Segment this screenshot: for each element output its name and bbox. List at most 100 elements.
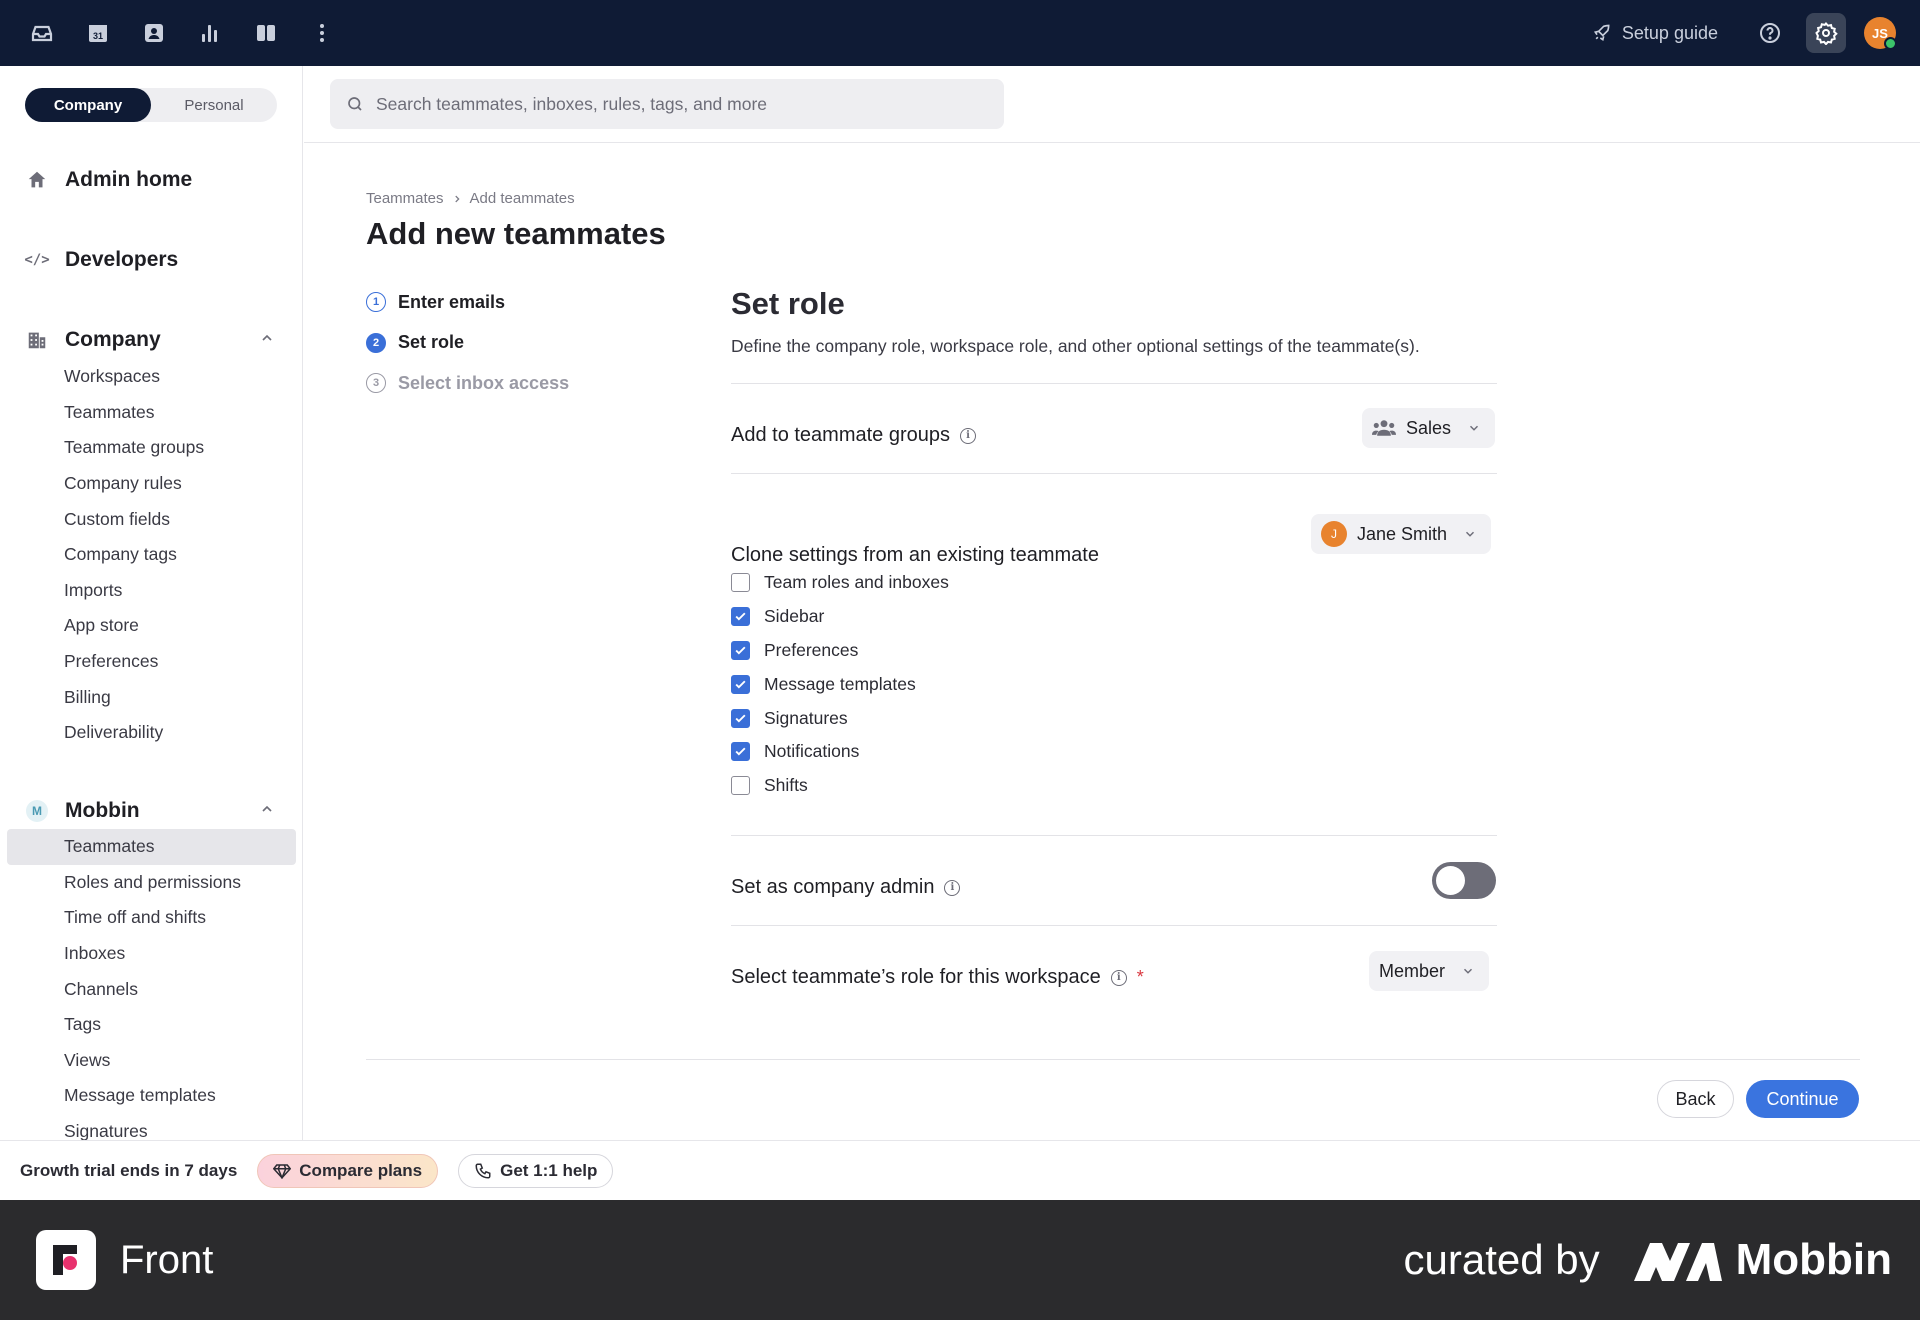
sidebar-developers[interactable]: </> Developers bbox=[24, 248, 277, 272]
sidebar-item-custom-fields[interactable]: Custom fields bbox=[0, 501, 302, 537]
contacts-icon[interactable] bbox=[136, 15, 172, 51]
sidebar-item-roles-permissions[interactable]: Roles and permissions bbox=[0, 865, 302, 901]
clone-option-shifts[interactable]: Shifts bbox=[731, 769, 949, 803]
sidebar-item-deliverability[interactable]: Deliverability bbox=[0, 715, 302, 751]
more-icon[interactable] bbox=[304, 15, 340, 51]
step-enter-emails[interactable]: 1 Enter emails bbox=[366, 282, 569, 323]
search-input[interactable]: Search teammates, inboxes, rules, tags, … bbox=[330, 79, 1004, 129]
split-view-icon[interactable] bbox=[248, 15, 284, 51]
clone-option-message-templates[interactable]: Message templates bbox=[731, 667, 949, 701]
checkbox[interactable] bbox=[731, 708, 750, 728]
checkbox[interactable] bbox=[731, 573, 750, 593]
calendar-icon[interactable]: 31 bbox=[80, 15, 116, 51]
checkbox[interactable] bbox=[731, 742, 750, 762]
clone-teammate-value: Jane Smith bbox=[1357, 523, 1448, 544]
toggle-company[interactable]: Company bbox=[25, 88, 151, 122]
curator-name: Mobbin bbox=[1735, 1235, 1892, 1284]
chevron-right-icon bbox=[454, 195, 460, 202]
settings-button[interactable] bbox=[1806, 13, 1846, 53]
clone-option-team-roles[interactable]: Team roles and inboxes bbox=[731, 566, 949, 600]
info-icon[interactable]: i bbox=[1110, 969, 1127, 986]
chevron-up-icon[interactable] bbox=[259, 328, 275, 352]
teammate-groups-label: Add to teammate groups i bbox=[731, 424, 977, 447]
workspace-role-label: Select teammate’s role for this workspac… bbox=[731, 966, 1144, 989]
clone-teammate-select[interactable]: J Jane Smith bbox=[1311, 514, 1492, 554]
breadcrumb-parent[interactable]: Teammates bbox=[366, 190, 444, 207]
checkbox[interactable] bbox=[731, 776, 750, 796]
sidebar-item-signatures[interactable]: Signatures bbox=[0, 1114, 302, 1140]
sidebar-company-section[interactable]: Company bbox=[25, 328, 277, 352]
company-admin-toggle[interactable] bbox=[1432, 862, 1496, 899]
toggle-knob bbox=[1436, 866, 1465, 895]
checkbox-label: Shifts bbox=[764, 775, 808, 796]
sidebar-item-tags[interactable]: Tags bbox=[0, 1007, 302, 1043]
step-label: Set role bbox=[398, 332, 465, 353]
checkmark-icon bbox=[735, 680, 746, 689]
workspace-role-select[interactable]: Member bbox=[1369, 951, 1490, 991]
step-set-role[interactable]: 2 Set role bbox=[366, 323, 569, 364]
sidebar-item-workspaces[interactable]: Workspaces bbox=[0, 359, 302, 395]
back-button[interactable]: Back bbox=[1657, 1080, 1734, 1118]
chevron-up-icon[interactable] bbox=[259, 799, 275, 823]
phone-icon bbox=[475, 1163, 491, 1179]
company-section-label: Company bbox=[65, 328, 161, 351]
toggle-personal[interactable]: Personal bbox=[151, 88, 277, 122]
step-label: Enter emails bbox=[398, 291, 506, 312]
divider bbox=[731, 925, 1497, 926]
trial-banner: Growth trial ends in 7 days Compare plan… bbox=[0, 1140, 1920, 1200]
search-header: Search teammates, inboxes, rules, tags, … bbox=[304, 66, 1920, 143]
sidebar-item-app-store[interactable]: App store bbox=[0, 608, 302, 644]
sidebar-item-message-templates[interactable]: Message templates bbox=[0, 1078, 302, 1114]
info-icon[interactable]: i bbox=[960, 427, 977, 444]
search-placeholder: Search teammates, inboxes, rules, tags, … bbox=[376, 93, 768, 114]
set-role-panel: Set role Define the company role, worksp… bbox=[731, 286, 1497, 357]
checkbox-label: Signatures bbox=[764, 707, 848, 728]
panel-title: Set role bbox=[731, 286, 845, 321]
inbox-icon[interactable] bbox=[24, 15, 60, 51]
divider bbox=[731, 383, 1497, 384]
checkbox[interactable] bbox=[731, 607, 750, 627]
clone-option-signatures[interactable]: Signatures bbox=[731, 701, 949, 735]
company-nav-list: Workspaces Teammates Teammate groups Com… bbox=[0, 359, 302, 751]
sidebar-item-imports[interactable]: Imports bbox=[0, 573, 302, 609]
step-number: 3 bbox=[366, 373, 386, 394]
sidebar-admin-home[interactable]: Admin home bbox=[25, 168, 277, 192]
sidebar-item-preferences[interactable]: Preferences bbox=[0, 644, 302, 680]
setup-guide-label: Setup guide bbox=[1621, 22, 1718, 43]
sidebar-workspace-section[interactable]: M Mobbin bbox=[25, 799, 277, 823]
teammate-groups-select[interactable]: Sales bbox=[1362, 408, 1496, 448]
divider bbox=[731, 835, 1497, 836]
search-icon bbox=[348, 97, 362, 111]
sidebar-item-company-tags[interactable]: Company tags bbox=[0, 537, 302, 573]
sidebar-item-teammates[interactable]: Teammates bbox=[0, 395, 302, 431]
checkbox[interactable] bbox=[731, 674, 750, 694]
user-avatar[interactable]: JS bbox=[1864, 17, 1897, 50]
sidebar-item-teammate-groups[interactable]: Teammate groups bbox=[0, 430, 302, 466]
sidebar-item-company-rules[interactable]: Company rules bbox=[0, 466, 302, 502]
sidebar-item-time-off-shifts[interactable]: Time off and shifts bbox=[0, 900, 302, 936]
divider bbox=[731, 473, 1497, 474]
sidebar-item-inboxes[interactable]: Inboxes bbox=[0, 936, 302, 972]
sidebar-item-billing[interactable]: Billing bbox=[0, 679, 302, 715]
clone-option-notifications[interactable]: Notifications bbox=[731, 735, 949, 769]
get-help-button[interactable]: Get 1:1 help bbox=[458, 1153, 614, 1188]
page-title: Add new teammates bbox=[366, 216, 666, 251]
clone-option-sidebar[interactable]: Sidebar bbox=[731, 600, 949, 634]
curated-by: curated by Mobbin bbox=[1403, 1235, 1892, 1285]
checkbox[interactable] bbox=[731, 640, 750, 660]
code-icon: </> bbox=[24, 252, 50, 268]
setup-guide-button[interactable]: Setup guide bbox=[1592, 23, 1718, 44]
company-admin-label: Set as company admin i bbox=[731, 876, 961, 899]
sidebar-item-ws-teammates[interactable]: Teammates bbox=[7, 829, 296, 865]
compare-plans-button[interactable]: Compare plans bbox=[257, 1153, 439, 1188]
chevron-down-icon bbox=[1464, 968, 1473, 974]
sidebar-item-channels[interactable]: Channels bbox=[0, 971, 302, 1007]
continue-button[interactable]: Continue bbox=[1746, 1080, 1859, 1118]
clone-option-preferences[interactable]: Preferences bbox=[731, 634, 949, 668]
sidebar-item-views[interactable]: Views bbox=[0, 1043, 302, 1079]
help-icon[interactable] bbox=[1752, 15, 1788, 51]
wizard-steps: 1 Enter emails 2 Set role 3 Select inbox… bbox=[366, 282, 569, 404]
info-icon[interactable]: i bbox=[944, 879, 961, 896]
analytics-icon[interactable] bbox=[192, 15, 228, 51]
brand-footer: Front curated by Mobbin bbox=[0, 1200, 1920, 1320]
